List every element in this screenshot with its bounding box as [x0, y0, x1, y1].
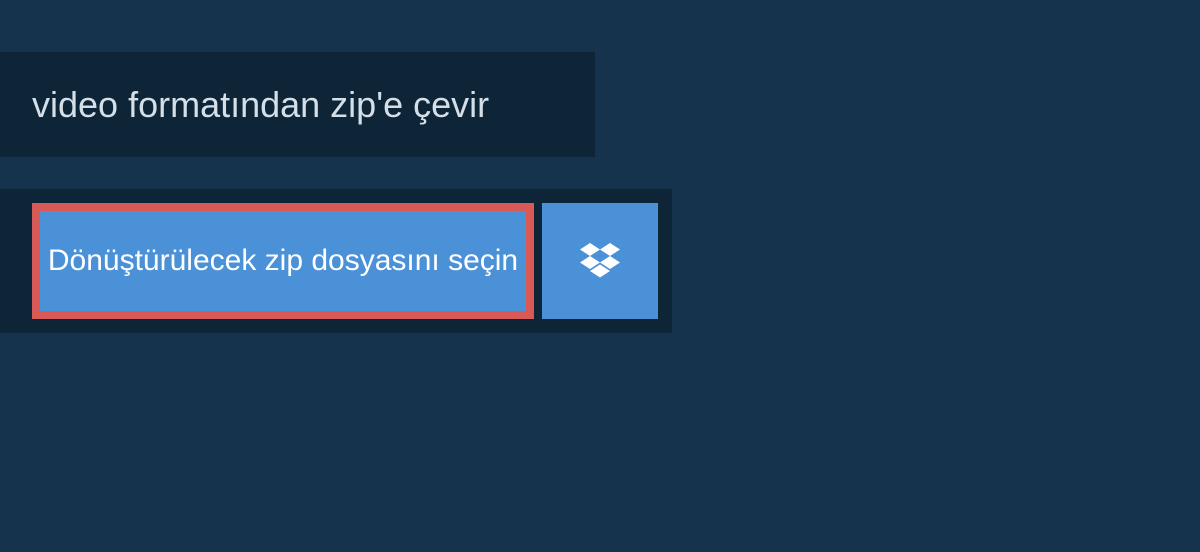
select-file-button[interactable]: Dönüştürülecek zip dosyasını seçin — [32, 203, 534, 319]
dropbox-icon — [580, 243, 620, 279]
select-file-label: Dönüştürülecek zip dosyasını seçin — [48, 244, 518, 278]
page-title: video formatından zip'e çevir — [32, 84, 489, 126]
dropbox-button[interactable] — [542, 203, 658, 319]
file-select-panel: Dönüştürülecek zip dosyasını seçin — [0, 189, 672, 333]
header-bar: video formatından zip'e çevir — [0, 52, 595, 157]
